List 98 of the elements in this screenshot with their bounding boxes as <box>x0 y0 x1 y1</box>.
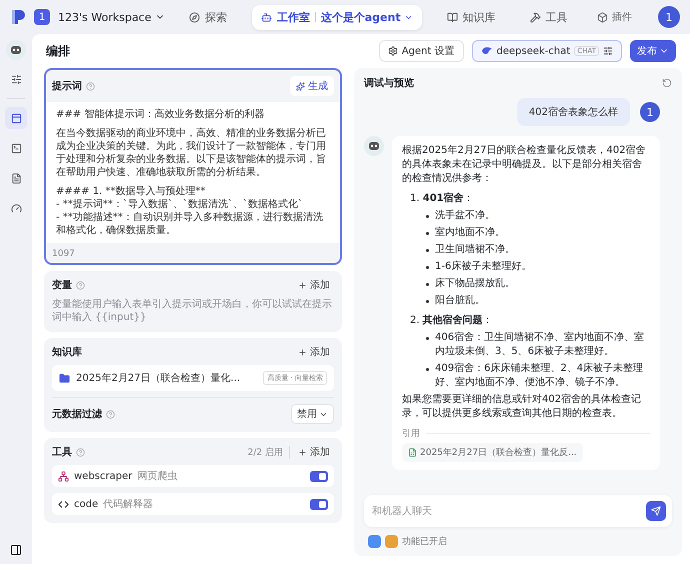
message-text: 如果您需要更详细的信息或针对402宿舍的具体检查记录，可以提供更多线索或查询其他日期的检查表。 <box>402 393 642 421</box>
nav-tab[interactable]: 工具 <box>520 4 577 30</box>
layout-icon <box>10 112 22 124</box>
app-logo[interactable] <box>12 9 26 25</box>
terminal-icon <box>10 142 22 154</box>
list-heading: 1. 401宿舍： <box>409 192 475 206</box>
tools-icon <box>530 12 541 22</box>
message-text: 根据2025年2月27日的联合检查量化反馈表，402宿舍的具体表象未在记录中明确提及。以下是部分相关宿舍的检查情况供参考： <box>402 144 647 186</box>
feature-icon <box>385 535 398 548</box>
gauge-icon <box>10 202 22 214</box>
generate-button[interactable]: 生成 <box>290 76 334 96</box>
spreadsheet-icon <box>408 448 417 457</box>
settings-icon <box>388 46 398 56</box>
help-icon <box>86 82 95 90</box>
features-status: 功能已开启 <box>402 536 447 548</box>
send-button[interactable] <box>646 501 666 521</box>
help-icon <box>76 448 85 456</box>
robot-avatar-icon <box>364 136 384 156</box>
list-item: 阳台脏乱。 <box>435 294 485 308</box>
variables-hint: 变量能使用户输入表单引入提示词或开场白，你可以试试在提示词中输入 {{input}} <box>52 298 333 324</box>
prompt-text: - **提示词**：`导入数据`、`数据清洗`、`数据格式化` <box>56 198 304 211</box>
add-button[interactable]: 添加 <box>294 278 334 292</box>
prompt-text: 在当今数据驱动的商业环境中，高效、精准的业务数据分析已成为企业决策的关键。为此，我们设计了一款智能体，专门用于处理和分析复杂的业务数据。以下是该智能体的提示词，旨在帮助用户快速、准确地获取所需的分析结果。 <box>56 127 327 179</box>
plus-icon <box>298 448 307 456</box>
tool-name: code <box>74 498 98 510</box>
plus-icon <box>298 280 307 290</box>
list-item: 409宿舍：6床床铺未整理、2、4床被子未整理好、室内地面不净、便池不净、镜子不净。 <box>435 362 644 390</box>
card-title: 知识库 <box>52 345 82 359</box>
list-item: 1-6床被子未整理好。 <box>435 260 532 274</box>
tool-name: webscraper <box>74 470 132 482</box>
workspace-switcher[interactable]: 123's Workspace <box>58 10 166 24</box>
user-avatar[interactable]: 1 <box>658 6 680 28</box>
bullet-icon <box>426 337 429 340</box>
sparkle-icon <box>296 82 305 90</box>
list-heading: 2. 其他宿舍问题： <box>409 314 494 328</box>
folder-icon <box>59 372 70 384</box>
citation-label: 引用 <box>402 428 420 440</box>
feature-icon <box>368 535 381 548</box>
user-avatar: 1 <box>640 102 660 122</box>
sidebar-tool-button[interactable] <box>5 107 27 129</box>
knowledge-name: 2025年2月27日（联合检查）量化... <box>76 372 242 385</box>
prompt-editor[interactable] <box>46 102 340 243</box>
bullet-icon <box>426 368 429 371</box>
send-icon <box>651 506 661 516</box>
panel-title: 调试与预览 <box>364 76 414 90</box>
toggle-switch[interactable] <box>310 498 328 510</box>
card-title: 工具 <box>52 446 72 459</box>
nav-tab[interactable]: 探索 <box>180 4 236 30</box>
user-message: 402宿舍表象怎么样 <box>516 98 630 126</box>
list-item: 406宿舍：卫生间墙裙不净、室内地面不净、室内垃圾未倒、3、5、6床被子未整理好。 <box>435 331 646 359</box>
enabled-count: 2/2 启用 <box>248 446 290 458</box>
bullet-icon <box>426 266 429 269</box>
card-title: 元数据过滤 <box>52 408 102 421</box>
panel-toggle-icon <box>10 544 22 556</box>
nav-tab[interactable]: 知识库 <box>438 4 505 30</box>
bullet-icon <box>426 283 429 286</box>
list-item: 洗手盆不净。 <box>435 209 495 223</box>
nav-tab[interactable]: 工作室 这个是个agent <box>252 4 422 30</box>
file-icon <box>10 172 22 184</box>
help-icon <box>106 410 115 418</box>
list-item: 卫生间墙裙不净。 <box>435 243 515 257</box>
cube-icon <box>597 12 608 22</box>
help-icon <box>76 280 85 290</box>
chat-input-field[interactable]: 和机器人聊天 <box>364 495 672 527</box>
prompt-text: ### 智能体提示词：高效业务数据分析的利器 <box>56 108 266 121</box>
prompt-text: #### 1. **数据导入与预处理** <box>56 185 206 198</box>
tool-description: 代码解释器 <box>103 498 154 511</box>
bullet-icon <box>426 215 429 218</box>
citation-chip[interactable]: 2025年2月27日（联合检查）量化反... <box>402 443 583 462</box>
robot-avatar-icon <box>6 40 26 60</box>
bullet-icon <box>426 300 429 303</box>
toggle-switch[interactable] <box>310 470 328 482</box>
plugin-button[interactable]: 插件 <box>591 9 638 25</box>
workspace-badge: 1 <box>34 9 50 25</box>
list-item: 室内地面不净。 <box>435 226 505 240</box>
code-icon <box>58 498 69 510</box>
add-button[interactable]: 添加 <box>294 345 334 359</box>
bullet-icon <box>426 232 429 235</box>
explore-icon <box>188 12 200 22</box>
bullet-icon <box>426 249 429 252</box>
plus-icon <box>298 348 307 356</box>
sliders-icon <box>603 46 613 56</box>
filter-select[interactable]: 禁用 <box>291 404 334 424</box>
list-item: 床下物品摆放乱。 <box>435 277 515 291</box>
prompt-text: - **功能描述**：自动识别并导入多种数据源，进行数据清洗和格式化，确保数据质量。 <box>56 211 324 237</box>
tool-description: 网页爬虫 <box>137 470 178 483</box>
character-count: 1097 <box>52 249 76 259</box>
add-button[interactable]: 添加 <box>294 445 334 459</box>
reset-icon <box>662 78 672 88</box>
section-title: 编排 <box>46 42 71 60</box>
card-title: 变量 <box>52 278 72 292</box>
whale-icon <box>480 46 492 56</box>
card-title: 提示词 <box>52 80 82 93</box>
agent-settings-button[interactable]: Agent 设置 <box>378 40 464 62</box>
studio-icon <box>260 12 272 22</box>
knowledge-icon <box>446 12 458 22</box>
publish-button[interactable]: 发布 <box>630 40 676 62</box>
settings-icon <box>10 74 22 84</box>
